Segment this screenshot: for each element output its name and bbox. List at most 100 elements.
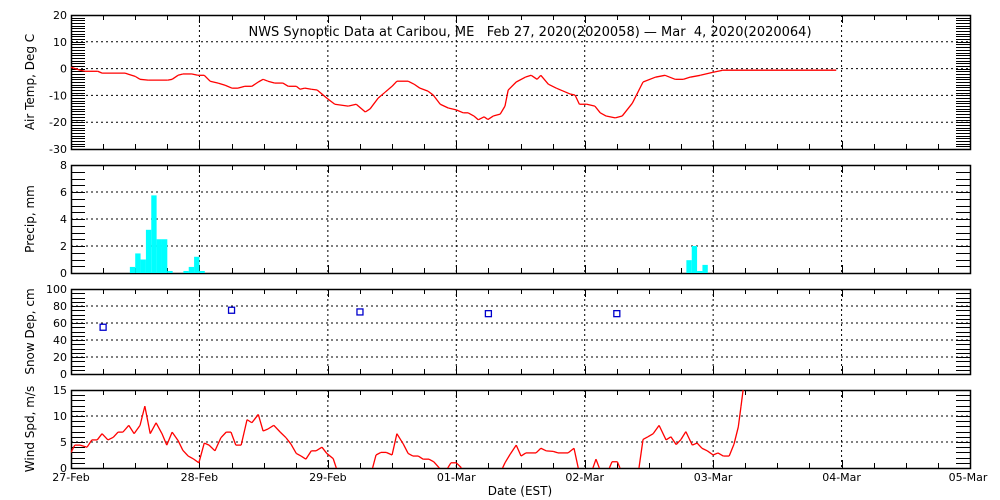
x-tick-label: 05-Mar [949, 471, 988, 484]
temp-line-segment [540, 74, 549, 85]
panel-frame [70, 389, 972, 470]
temp-line-segment [655, 74, 666, 78]
wind-line-segment [166, 431, 173, 446]
temp-line-segment [391, 80, 398, 87]
wind-line-segment [220, 431, 227, 439]
wind-line-segment [642, 436, 649, 440]
wind-line-segment [149, 422, 157, 434]
precip-bar [145, 229, 152, 273]
temp-line-segment [311, 88, 318, 91]
wind-line-segment [658, 425, 667, 441]
wind-line-segment [139, 405, 146, 426]
precip-bar [167, 270, 173, 273]
temp-line-segment [499, 105, 506, 115]
y-axis-title: Wind Spd, m/s [23, 386, 37, 472]
wind-line-segment [652, 424, 660, 435]
y-tick-label: 6 [60, 186, 67, 199]
wind-line-segment [214, 437, 222, 452]
wind-line-segment [246, 419, 253, 424]
y-tick-label: 80 [53, 300, 67, 313]
wind-line-segment [187, 455, 194, 460]
wind-line-segment [230, 431, 237, 446]
wind-line-segment [701, 447, 708, 452]
temp-line-segment [664, 74, 676, 80]
wind-line-segment [171, 431, 179, 441]
wind-line-segment [385, 451, 393, 456]
wind-line-segment [182, 449, 189, 457]
temp-line-segment [139, 78, 149, 81]
precip-bar [697, 270, 703, 273]
temp-line-segment [456, 109, 464, 114]
y-tick-label: 60 [53, 317, 67, 330]
temp-line-segment [487, 115, 494, 121]
wind-line-segment [375, 451, 382, 456]
wind-line-segment [743, 390, 744, 391]
y-axis-title: Snow Dep, cm [23, 288, 37, 374]
wind-line-segment [696, 442, 703, 449]
panel-precip: 0 2 4 6 8 Precip, mm [23, 159, 972, 280]
temp-line-segment [599, 112, 607, 117]
wind-line-segment [428, 458, 435, 463]
snow-depth-point [484, 309, 493, 318]
precip-bar [156, 239, 162, 273]
wind-line-segment [315, 446, 323, 452]
wind-line-segment [608, 461, 613, 468]
wind-line-segment [321, 446, 328, 454]
wind-line-segment [692, 442, 698, 446]
y-tick-label: -20 [49, 116, 67, 129]
wind-line-segment [446, 462, 452, 468]
temp-line-segment [413, 83, 421, 89]
panels: 20100-10-20-30Air Temp, Deg C02468Precip… [23, 9, 972, 475]
wind-line-segment [267, 424, 275, 430]
wind-line-segment [573, 448, 579, 468]
precip-bar [199, 270, 205, 273]
precip-bar [135, 253, 141, 273]
x-axis-title: Date (EST) [488, 484, 552, 498]
wind-line-segment [407, 452, 414, 457]
wind-line-segment [509, 444, 517, 455]
y-tick-label: 0 [60, 267, 67, 280]
temp-line-segment [682, 76, 691, 80]
y-tick-label: 0 [60, 63, 67, 76]
wind-line-segment [515, 444, 522, 457]
temp-line-segment [631, 81, 644, 104]
y-axis-title: Precip, mm [23, 185, 37, 253]
temp-line-segment [251, 81, 259, 87]
temp-line-segment [262, 78, 269, 82]
wind-line-segment [647, 433, 654, 438]
y-tick-label: 8 [60, 159, 67, 172]
temp-line-segment [167, 78, 173, 81]
wind-line-segment [290, 443, 297, 454]
temp-line-segment [355, 103, 366, 113]
wind-line-segment [122, 424, 130, 433]
temp-line-segment [570, 93, 576, 96]
y-tick-label: 10 [53, 410, 67, 423]
temp-line-segment [224, 84, 233, 89]
temp-line-segment [377, 91, 386, 99]
wind-line-segment [279, 431, 287, 439]
temp-line-segment [257, 78, 264, 83]
temp-line-segment [690, 74, 701, 78]
wind-line-segment [417, 455, 424, 460]
temp-line-segment [467, 112, 475, 117]
temp-line-segment [556, 87, 571, 95]
temp-line-segment [712, 69, 723, 73]
y-tick-label: -10 [49, 89, 67, 102]
panel-snow: 0 20 40 60 80 100 Snow Dep, cm [23, 283, 972, 381]
wind-line-segment [285, 437, 292, 445]
temp-line-segment [334, 103, 349, 107]
temp-line-segment [369, 97, 379, 110]
y-tick-label: 100 [46, 283, 67, 296]
y-axis-title: Air Temp, Deg C [23, 34, 37, 130]
wind-line-segment [546, 450, 554, 453]
precip-bar [151, 195, 157, 273]
temp-line-segment [477, 116, 485, 121]
wind-line-segment [86, 439, 93, 448]
temp-line-segment [364, 108, 371, 113]
x-tick-label: 27-Feb [52, 471, 89, 484]
snow-depth-point [356, 308, 364, 316]
wind-line-segment [402, 443, 409, 454]
temp-line-segment [282, 82, 289, 87]
temp-line-segment [621, 102, 633, 117]
temp-line-segment [615, 115, 623, 119]
